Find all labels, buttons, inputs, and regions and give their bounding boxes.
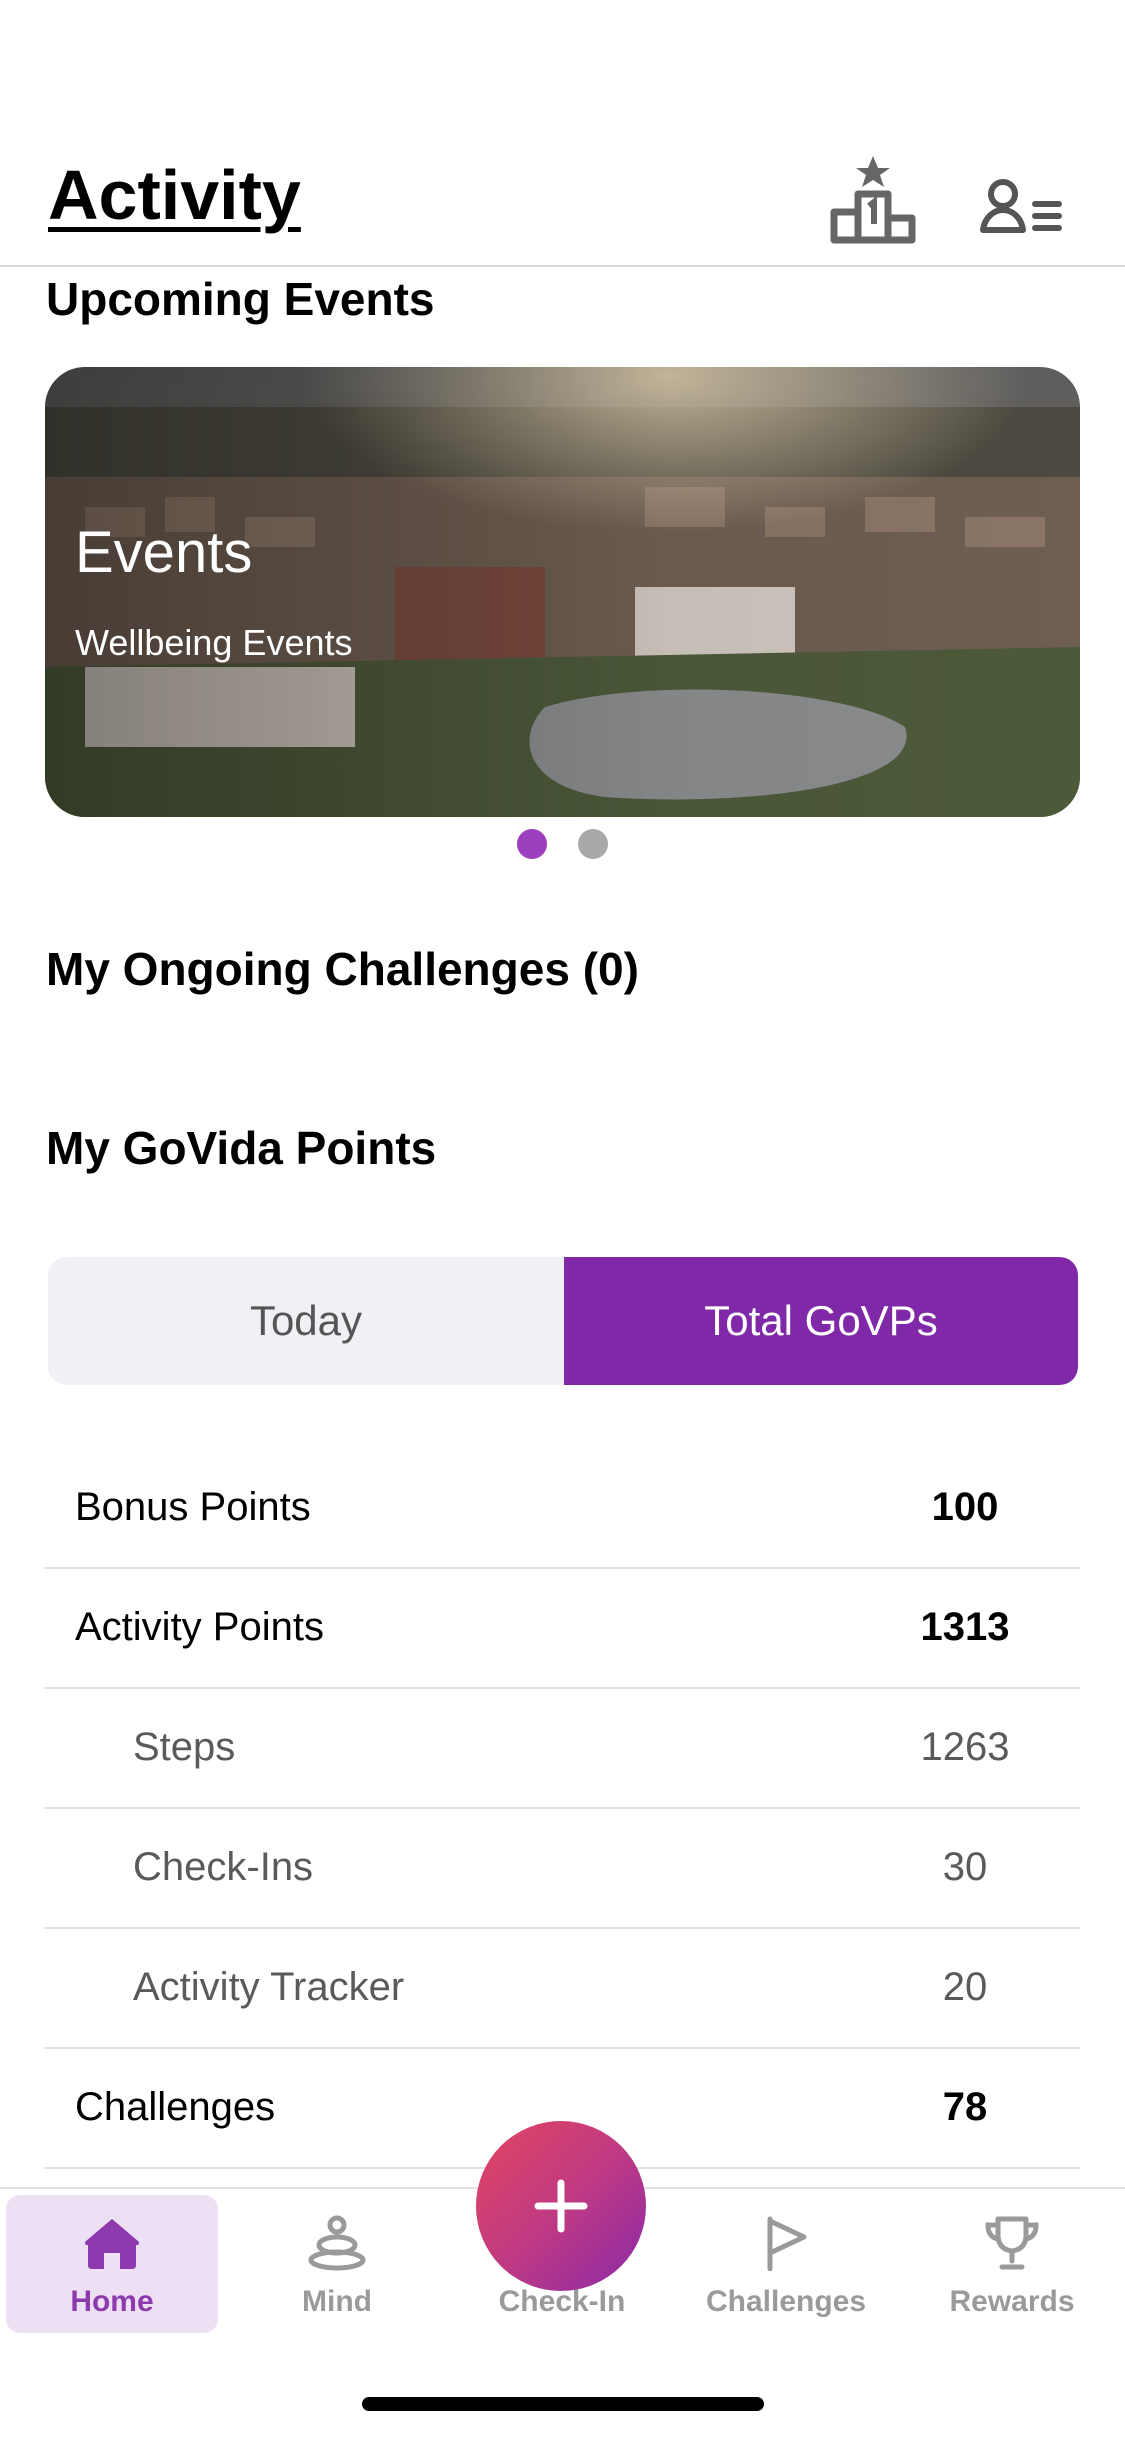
points-row-label: Steps — [133, 1725, 236, 1769]
trophy-icon — [982, 2215, 1042, 2276]
points-row-label: Bonus Points — [75, 1485, 311, 1529]
points-row-steps: Steps 1263 — [45, 1687, 1080, 1809]
tab-label: Challenges — [705, 2285, 867, 2318]
points-row-value: 30 — [942, 1845, 988, 1889]
points-row-value: 78 — [942, 2085, 988, 2129]
banner-title: Events — [75, 520, 253, 585]
check-in-fab-button[interactable] — [476, 2121, 646, 2291]
points-row-value: 1313 — [920, 1605, 1010, 1649]
tab-label: Home — [70, 2285, 154, 2318]
points-row-value: 100 — [931, 1485, 999, 1529]
plus-icon — [534, 2179, 588, 2233]
points-row-activity-tracker: Activity Tracker 20 — [45, 1927, 1080, 2049]
points-row-activity: Activity Points 1313 — [45, 1567, 1080, 1689]
points-row-check-ins: Check-Ins 30 — [45, 1807, 1080, 1929]
header: Activity — [0, 0, 1125, 267]
profile-menu-icon[interactable] — [980, 178, 1064, 239]
home-icon — [82, 2215, 142, 2276]
ongoing-challenges-title: My Ongoing Challenges (0) — [46, 943, 639, 995]
flag-icon — [756, 2215, 816, 2276]
points-row-value: 20 — [942, 1965, 988, 2009]
events-banner[interactable]: Events Wellbeing Events — [45, 367, 1080, 817]
points-row-label: Activity Tracker — [133, 1965, 405, 2009]
points-row-value: 1263 — [920, 1725, 1010, 1769]
tab-rewards[interactable]: Rewards — [906, 2195, 1118, 2333]
banner-subtitle: Wellbeing Events — [75, 622, 353, 663]
tab-mind[interactable]: Mind — [231, 2195, 443, 2333]
tab-challenges[interactable]: Challenges — [680, 2195, 892, 2333]
points-row-bonus: Bonus Points 100 — [45, 1447, 1080, 1569]
tab-today[interactable]: Today — [48, 1257, 564, 1385]
points-row-label: Challenges — [75, 2085, 276, 2129]
points-row-label: Check-Ins — [133, 1845, 314, 1889]
tab-label: Rewards — [949, 2285, 1075, 2318]
tab-label: Mind — [302, 2285, 372, 2318]
tab-total-govps[interactable]: Total GoVPs — [564, 1257, 1078, 1385]
points-period-segmented-control: Today Total GoVPs — [48, 1257, 1078, 1385]
pager-dot[interactable] — [578, 829, 608, 859]
home-indicator — [362, 2397, 764, 2411]
page-title: Activity — [48, 156, 301, 234]
meditation-icon — [307, 2215, 367, 2276]
podium-icon[interactable] — [828, 152, 918, 249]
govida-points-title: My GoVida Points — [46, 1122, 437, 1174]
pager-dot-active[interactable] — [517, 829, 547, 859]
tab-home[interactable]: Home — [6, 2195, 218, 2333]
events-banner-image — [45, 367, 1080, 817]
upcoming-events-title: Upcoming Events — [46, 273, 435, 325]
points-row-label: Activity Points — [75, 1605, 324, 1649]
